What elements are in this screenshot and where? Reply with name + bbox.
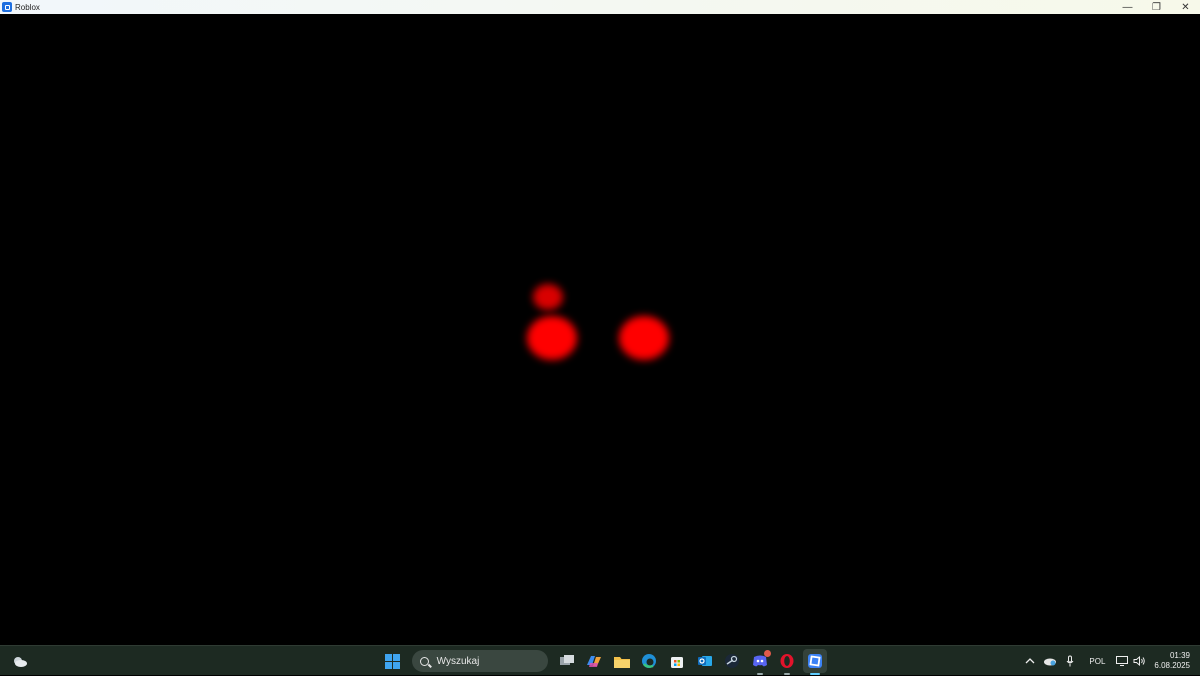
taskbar-search[interactable]: Wyszukaj — [411, 650, 548, 672]
language-indicator[interactable]: POL — [1080, 646, 1114, 676]
onedrive-icon[interactable] — [1040, 646, 1060, 676]
red-eye-right — [619, 316, 669, 360]
start-button[interactable] — [380, 649, 404, 673]
window-title: Roblox — [15, 2, 40, 12]
clock-date: 6.08.2025 — [1154, 661, 1190, 670]
restore-button[interactable]: ❐ — [1142, 0, 1171, 14]
edge-icon[interactable] — [637, 649, 661, 673]
taskbar: Wyszukaj POL 01:39 6.08.2025 — [0, 645, 1200, 675]
steam-icon[interactable] — [720, 649, 744, 673]
clock-time: 01:39 — [1169, 651, 1190, 660]
roblox-taskbar-icon[interactable] — [802, 649, 827, 675]
taskbar-center: Wyszukaj — [380, 649, 831, 675]
folder-icon[interactable] — [610, 649, 634, 673]
close-button[interactable]: ✕ — [1171, 0, 1200, 14]
copilot-icon[interactable] — [582, 649, 606, 673]
store-icon[interactable] — [665, 649, 689, 673]
volume-icon[interactable] — [1130, 646, 1148, 676]
game-viewport[interactable] — [0, 14, 1200, 645]
weather-icon[interactable] — [11, 652, 29, 670]
chevron-up-icon[interactable] — [1020, 646, 1040, 676]
network-icon[interactable] — [1114, 646, 1130, 676]
notification-badge — [763, 650, 771, 657]
roblox-icon — [2, 2, 12, 12]
search-placeholder: Wyszukaj — [436, 655, 480, 667]
microphone-icon[interactable] — [1060, 646, 1080, 676]
system-tray: POL 01:39 6.08.2025 — [1020, 646, 1200, 676]
search-icon — [419, 656, 429, 666]
task-view-icon[interactable] — [555, 649, 579, 673]
discord-icon[interactable] — [748, 649, 772, 675]
opera-icon[interactable] — [775, 649, 799, 675]
red-eye-left — [527, 316, 577, 360]
outlook-icon[interactable] — [693, 649, 717, 673]
window-controls: — ❐ ✕ — [1113, 0, 1200, 14]
red-glow-small — [533, 284, 563, 310]
clock[interactable]: 01:39 6.08.2025 — [1154, 651, 1190, 671]
windows-logo-icon — [384, 653, 400, 669]
minimize-button[interactable]: — — [1113, 0, 1142, 14]
window-titlebar[interactable]: Roblox — ❐ ✕ — [0, 0, 1200, 14]
